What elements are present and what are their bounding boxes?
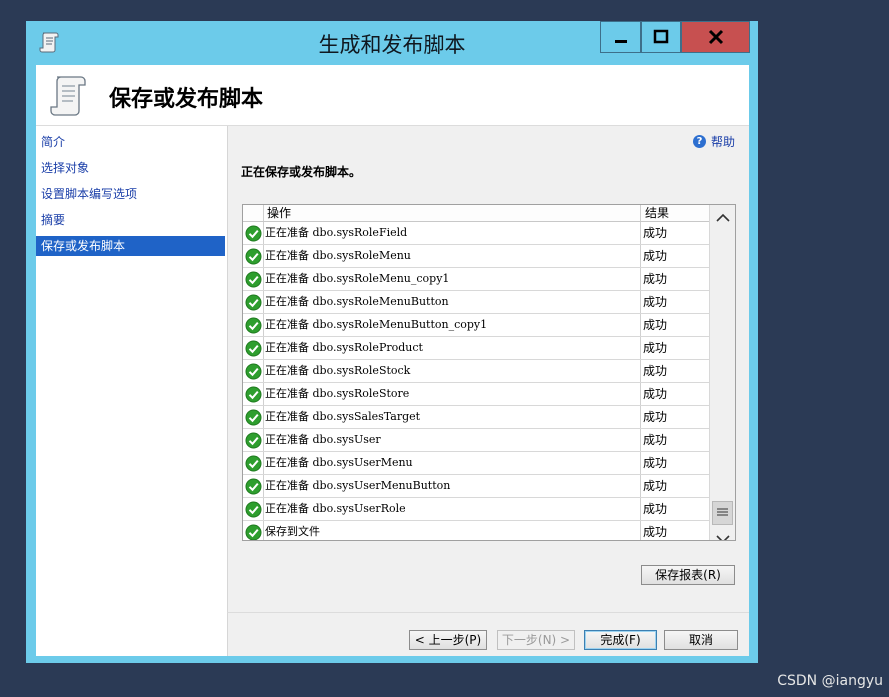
result-cell: 成功 <box>643 318 668 332</box>
grid-header: 操作 结果 <box>243 205 709 222</box>
nav-item-summary[interactable]: 摘要 <box>36 210 225 230</box>
success-check-icon <box>245 340 262 357</box>
maximize-icon <box>653 29 669 44</box>
result-cell: 成功 <box>643 502 668 516</box>
cancel-button[interactable]: 取消 <box>664 630 738 650</box>
table-row[interactable]: 保存到文件 成功 <box>243 521 709 540</box>
result-cell: 成功 <box>643 226 668 240</box>
close-icon <box>708 29 723 45</box>
client-area: 保存或发布脚本 简介 选择对象 设置脚本编写选项 摘要 保存或发布脚本 ? 帮助… <box>36 65 749 656</box>
nav-item-select-objects[interactable]: 选择对象 <box>36 158 225 178</box>
scroll-down-button[interactable] <box>710 526 735 540</box>
table-row[interactable]: 正在准备 dbo.sysRoleMenu_copy1 成功 <box>243 268 709 291</box>
page-header: 保存或发布脚本 <box>36 65 749 126</box>
result-cell: 成功 <box>643 341 668 355</box>
result-cell: 成功 <box>643 479 668 493</box>
table-row[interactable]: 正在准备 dbo.sysUserMenu 成功 <box>243 452 709 475</box>
column-header-operation[interactable]: 操作 <box>267 205 291 221</box>
success-check-icon <box>245 225 262 242</box>
page-title: 保存或发布脚本 <box>109 87 264 112</box>
table-row[interactable]: 正在准备 dbo.sysRoleStore 成功 <box>243 383 709 406</box>
success-check-icon <box>245 409 262 426</box>
minimize-button[interactable] <box>600 21 641 53</box>
result-cell: 成功 <box>643 249 668 263</box>
operation-cell: 正在准备 dbo.sysRoleStore <box>265 387 410 400</box>
operation-cell: 正在准备 dbo.sysUserMenu <box>265 456 413 469</box>
nav-item-script-options[interactable]: 设置脚本编写选项 <box>36 184 225 204</box>
table-row[interactable]: 正在准备 dbo.sysUserMenuButton 成功 <box>243 475 709 498</box>
table-row[interactable]: 正在准备 dbo.sysRoleMenuButton 成功 <box>243 291 709 314</box>
wizard-nav: 简介 选择对象 设置脚本编写选项 摘要 保存或发布脚本 <box>36 126 227 656</box>
result-cell: 成功 <box>643 387 668 401</box>
operation-cell: 正在准备 dbo.sysUserRole <box>265 502 406 515</box>
table-row[interactable]: 正在准备 dbo.sysRoleStock 成功 <box>243 360 709 383</box>
wizard-window: 生成和发布脚本 保存或发布脚本 简介 选择对象 设置脚本编写选项 摘要 保存或发… <box>26 21 758 663</box>
wizard-footer: < 上一步(P) 下一步(N) > 完成(F) 取消 <box>227 612 749 656</box>
success-check-icon <box>245 524 262 540</box>
nav-item-intro[interactable]: 简介 <box>36 132 225 152</box>
help-link[interactable]: ? 帮助 <box>692 133 735 150</box>
operation-cell: 正在准备 dbo.sysRoleField <box>265 226 408 239</box>
success-check-icon <box>245 271 262 288</box>
success-check-icon <box>245 455 262 472</box>
maximize-button[interactable] <box>641 21 681 53</box>
result-cell: 成功 <box>643 364 668 378</box>
content-panel: ? 帮助 正在保存或发布脚本。 操作 结果 正在准备 dbo.sysRoleFi… <box>227 126 749 612</box>
nav-item-save-publish[interactable]: 保存或发布脚本 <box>36 236 225 256</box>
operation-cell: 正在准备 dbo.sysRoleProduct <box>265 341 423 354</box>
success-check-icon <box>245 317 262 334</box>
finish-button[interactable]: 完成(F) <box>584 630 657 650</box>
table-row[interactable]: 正在准备 dbo.sysUser 成功 <box>243 429 709 452</box>
chevron-down-icon <box>716 535 730 540</box>
next-button[interactable]: 下一步(N) > <box>497 630 575 650</box>
success-check-icon <box>245 501 262 518</box>
result-cell: 成功 <box>643 525 668 539</box>
result-cell: 成功 <box>643 433 668 447</box>
operation-cell: 正在准备 dbo.sysSalesTarget <box>265 410 421 423</box>
table-row[interactable]: 正在准备 dbo.sysRoleMenuButton_copy1 成功 <box>243 314 709 337</box>
grip-icon <box>717 508 728 516</box>
table-row[interactable]: 正在准备 dbo.sysUserRole 成功 <box>243 498 709 521</box>
result-cell: 成功 <box>643 272 668 286</box>
minimize-icon <box>614 40 627 43</box>
operation-cell: 正在准备 dbo.sysRoleMenu_copy1 <box>265 272 450 285</box>
operation-cell: 正在准备 dbo.sysRoleStock <box>265 364 411 377</box>
column-header-result[interactable]: 结果 <box>645 205 669 221</box>
result-cell: 成功 <box>643 410 668 424</box>
script-scroll-icon <box>50 76 86 116</box>
success-check-icon <box>245 386 262 403</box>
results-grid: 操作 结果 正在准备 dbo.sysRoleField 成功 正在准备 dbo.sy… <box>242 204 736 541</box>
status-text: 正在保存或发布脚本。 <box>241 165 362 179</box>
success-check-icon <box>245 478 262 495</box>
success-check-icon <box>245 432 262 449</box>
help-label: 帮助 <box>710 135 735 149</box>
success-check-icon <box>245 363 262 380</box>
operation-cell: 正在准备 dbo.sysRoleMenuButton_copy1 <box>265 318 488 331</box>
save-report-button[interactable]: 保存报表(R) <box>641 565 735 585</box>
operation-cell: 正在准备 dbo.sysUserMenuButton <box>265 479 451 492</box>
chevron-up-icon <box>716 213 730 222</box>
table-row[interactable]: 正在准备 dbo.sysRoleProduct 成功 <box>243 337 709 360</box>
vertical-scrollbar[interactable] <box>709 205 735 540</box>
help-icon: ? <box>692 135 706 148</box>
prev-button[interactable]: < 上一步(P) <box>409 630 487 650</box>
success-check-icon <box>245 248 262 265</box>
scroll-up-button[interactable] <box>710 205 735 231</box>
result-cell: 成功 <box>643 456 668 470</box>
operation-cell: 正在准备 dbo.sysRoleMenuButton <box>265 295 449 308</box>
table-row[interactable]: 正在准备 dbo.sysSalesTarget 成功 <box>243 406 709 429</box>
watermark: CSDN @iangyu <box>777 673 883 689</box>
table-row[interactable]: 正在准备 dbo.sysRoleMenu 成功 <box>243 245 709 268</box>
operation-cell: 正在准备 dbo.sysUser <box>265 433 381 446</box>
operation-cell: 正在准备 dbo.sysRoleMenu <box>265 249 411 262</box>
table-row[interactable]: 正在准备 dbo.sysRoleField 成功 <box>243 222 709 245</box>
result-cell: 成功 <box>643 295 668 309</box>
operation-cell: 保存到文件 <box>265 525 320 538</box>
success-check-icon <box>245 294 262 311</box>
close-button[interactable] <box>681 21 750 53</box>
title-bar[interactable]: 生成和发布脚本 <box>26 21 758 65</box>
scroll-thumb[interactable] <box>712 501 733 525</box>
